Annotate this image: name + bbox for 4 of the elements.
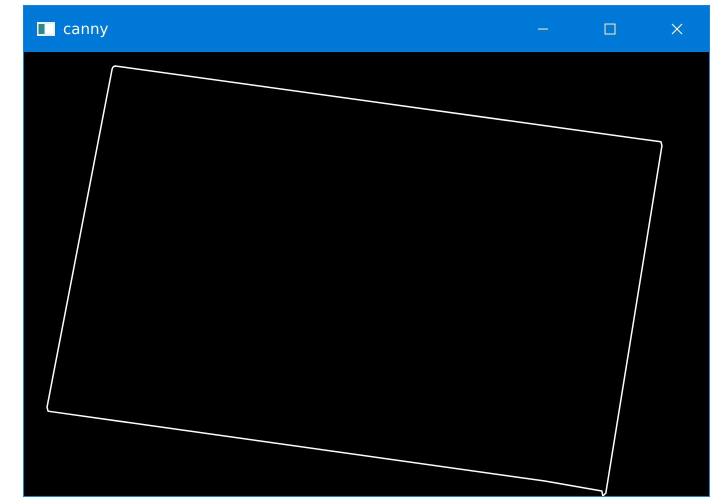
- maximize-icon: [604, 23, 616, 35]
- close-icon: [671, 23, 683, 35]
- app-icon: [37, 22, 55, 36]
- window-title: canny: [63, 20, 108, 38]
